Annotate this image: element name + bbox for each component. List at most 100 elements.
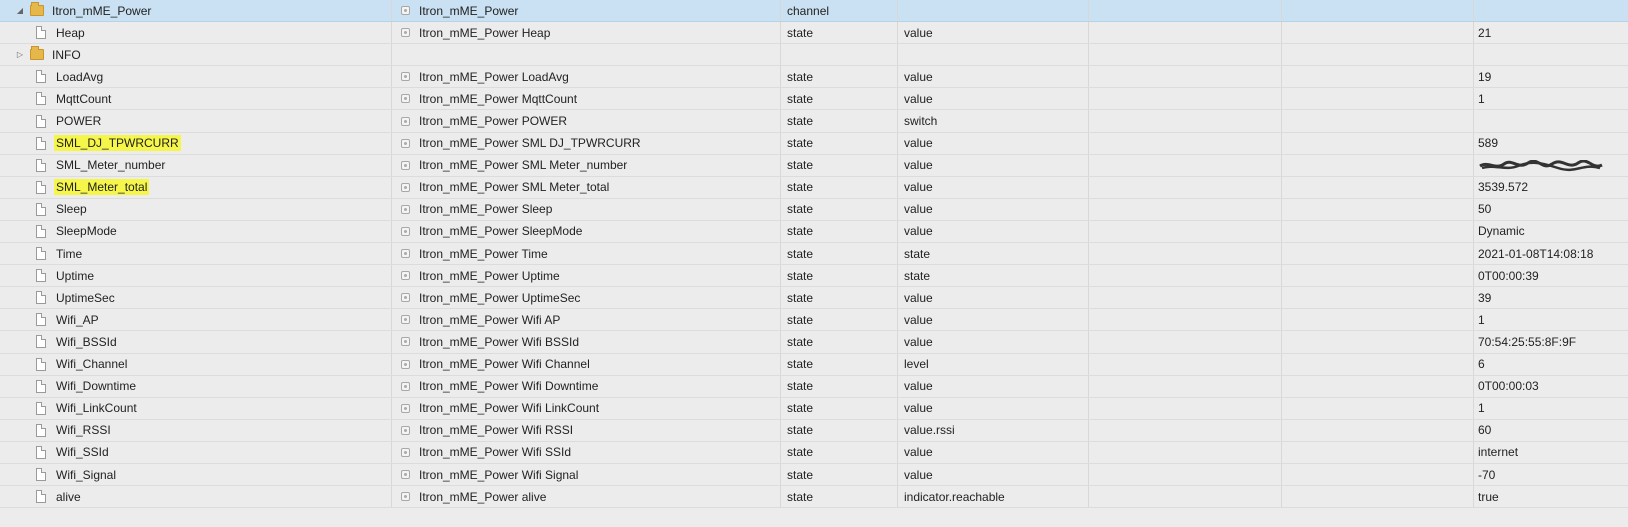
object-id-cell[interactable]: ◢ Itron_mME_Power bbox=[0, 0, 392, 22]
object-id-cell[interactable]: Wifi_BSSId bbox=[0, 331, 392, 353]
object-name-cell[interactable]: Itron_mME_Power LoadAvg bbox=[392, 66, 781, 88]
object-id-cell[interactable]: Uptime bbox=[0, 265, 392, 287]
object-name-cell[interactable]: Itron_mME_Power Wifi LinkCount bbox=[392, 397, 781, 419]
object-value-cell[interactable]: 589 bbox=[1474, 133, 1628, 154]
object-type-cell[interactable]: state bbox=[781, 486, 898, 508]
object-name-cell[interactable]: Itron_mME_Power SleepMode bbox=[392, 220, 781, 243]
object-role-cell[interactable]: value bbox=[898, 463, 1089, 486]
object-name-cell[interactable]: Itron_mME_Power Wifi AP bbox=[392, 309, 781, 331]
room-cell[interactable] bbox=[1089, 88, 1282, 110]
table-row[interactable]: Heap Itron_mME_Power Heap state value 21 bbox=[0, 22, 1628, 45]
function-cell[interactable] bbox=[1282, 220, 1474, 243]
object-name-cell[interactable]: Itron_mME_Power Wifi SSId bbox=[392, 441, 781, 463]
function-cell[interactable] bbox=[1282, 243, 1474, 265]
room-cell[interactable] bbox=[1089, 154, 1282, 176]
object-role-cell[interactable]: switch bbox=[898, 110, 1089, 132]
room-cell[interactable] bbox=[1089, 220, 1282, 243]
room-cell[interactable] bbox=[1089, 176, 1282, 198]
object-name-cell[interactable]: Itron_mME_Power Wifi BSSId bbox=[392, 331, 781, 353]
object-type-cell[interactable]: state bbox=[781, 331, 898, 353]
table-row[interactable]: alive Itron_mME_Power alive state indicator… bbox=[0, 486, 1628, 509]
function-cell[interactable] bbox=[1282, 463, 1474, 486]
room-cell[interactable] bbox=[1089, 198, 1282, 220]
object-id-cell[interactable]: Wifi_Signal bbox=[0, 463, 392, 486]
table-row[interactable]: Wifi_RSSI Itron_mME_Power Wifi RSSI state v… bbox=[0, 419, 1628, 442]
object-id-cell[interactable]: ▷ INFO bbox=[0, 44, 392, 66]
table-row[interactable]: Wifi_BSSId Itron_mME_Power Wifi BSSId stat… bbox=[0, 331, 1628, 354]
object-id-cell[interactable]: POWER bbox=[0, 110, 392, 132]
object-name-cell[interactable]: Itron_mME_Power Wifi Downtime bbox=[392, 375, 781, 397]
object-type-cell[interactable]: state bbox=[781, 154, 898, 176]
object-type-cell[interactable]: state bbox=[781, 441, 898, 463]
object-value-cell[interactable] bbox=[1474, 155, 1628, 176]
object-id-cell[interactable]: SML_DJ_TPWRCURR bbox=[0, 132, 392, 154]
object-type-cell[interactable]: state bbox=[781, 265, 898, 287]
object-id-cell[interactable]: Wifi_SSId bbox=[0, 441, 392, 463]
object-value-cell[interactable]: internet bbox=[1474, 442, 1628, 463]
object-name-cell[interactable]: Itron_mME_Power Wifi Signal bbox=[392, 463, 781, 486]
object-role-cell[interactable]: value bbox=[898, 88, 1089, 110]
object-type-cell[interactable]: state bbox=[781, 353, 898, 375]
object-type-cell[interactable]: state bbox=[781, 375, 898, 397]
function-cell[interactable] bbox=[1282, 287, 1474, 309]
table-row[interactable]: MqttCount Itron_mME_Power MqttCount state v… bbox=[0, 88, 1628, 111]
object-type-cell[interactable]: state bbox=[781, 287, 898, 309]
object-type-cell[interactable]: state bbox=[781, 176, 898, 198]
object-name-cell[interactable] bbox=[392, 44, 781, 66]
object-role-cell[interactable]: value bbox=[898, 154, 1089, 176]
object-name-cell[interactable]: Itron_mME_Power Uptime bbox=[392, 265, 781, 287]
function-cell[interactable] bbox=[1282, 44, 1474, 66]
table-row[interactable]: POWER Itron_mME_Power POWER state switch bbox=[0, 110, 1628, 133]
object-role-cell[interactable]: value bbox=[898, 331, 1089, 353]
table-row[interactable]: Time Itron_mME_Power Time state state 2021-0… bbox=[0, 243, 1628, 266]
room-cell[interactable] bbox=[1089, 419, 1282, 441]
object-id-cell[interactable]: LoadAvg bbox=[0, 66, 392, 88]
table-row[interactable]: Wifi_Downtime Itron_mME_Power Wifi Downti… bbox=[0, 375, 1628, 398]
object-value-cell[interactable]: true bbox=[1474, 486, 1628, 507]
object-role-cell[interactable]: value bbox=[898, 22, 1089, 44]
object-id-cell[interactable]: MqttCount bbox=[0, 88, 392, 110]
object-id-cell[interactable]: Wifi_Downtime bbox=[0, 375, 392, 397]
table-row[interactable]: Wifi_Channel Itron_mME_Power Wifi Channel… bbox=[0, 353, 1628, 376]
object-value-cell[interactable]: Dynamic bbox=[1474, 221, 1628, 242]
object-role-cell[interactable]: value bbox=[898, 309, 1089, 331]
object-type-cell[interactable]: state bbox=[781, 198, 898, 220]
object-value-cell[interactable]: 50 bbox=[1474, 199, 1628, 220]
room-cell[interactable] bbox=[1089, 486, 1282, 508]
object-id-cell[interactable]: alive bbox=[0, 486, 392, 508]
object-id-cell[interactable]: Wifi_AP bbox=[0, 309, 392, 331]
function-cell[interactable] bbox=[1282, 441, 1474, 463]
object-value-cell[interactable]: 1 bbox=[1474, 88, 1628, 109]
object-type-cell[interactable]: state bbox=[781, 88, 898, 110]
object-value-cell[interactable] bbox=[1474, 110, 1628, 131]
object-role-cell[interactable]: value bbox=[898, 441, 1089, 463]
object-role-cell[interactable]: state bbox=[898, 265, 1089, 287]
room-cell[interactable] bbox=[1089, 331, 1282, 353]
table-row[interactable]: LoadAvg Itron_mME_Power LoadAvg state value… bbox=[0, 66, 1628, 89]
room-cell[interactable] bbox=[1089, 441, 1282, 463]
object-type-cell[interactable]: state bbox=[781, 66, 898, 88]
object-role-cell[interactable]: value bbox=[898, 397, 1089, 419]
object-name-cell[interactable]: Itron_mME_Power SML Meter_total bbox=[392, 176, 781, 198]
table-row[interactable]: ◢ Itron_mME_Power Itron_mME_Power channel bbox=[0, 0, 1628, 23]
room-cell[interactable] bbox=[1089, 287, 1282, 309]
object-type-cell[interactable]: channel bbox=[781, 0, 898, 22]
object-type-cell[interactable]: state bbox=[781, 309, 898, 331]
function-cell[interactable] bbox=[1282, 66, 1474, 88]
function-cell[interactable] bbox=[1282, 331, 1474, 353]
function-cell[interactable] bbox=[1282, 22, 1474, 44]
object-role-cell[interactable]: value bbox=[898, 220, 1089, 243]
function-cell[interactable] bbox=[1282, 154, 1474, 176]
object-type-cell[interactable]: state bbox=[781, 463, 898, 486]
object-value-cell[interactable]: 19 bbox=[1474, 66, 1628, 87]
function-cell[interactable] bbox=[1282, 353, 1474, 375]
table-row[interactable]: Wifi_AP Itron_mME_Power Wifi AP state value… bbox=[0, 309, 1628, 332]
function-cell[interactable] bbox=[1282, 397, 1474, 419]
object-id-cell[interactable]: Wifi_LinkCount bbox=[0, 397, 392, 419]
object-name-cell[interactable]: Itron_mME_Power alive bbox=[392, 486, 781, 508]
object-id-cell[interactable]: UptimeSec bbox=[0, 287, 392, 309]
object-type-cell[interactable]: state bbox=[781, 220, 898, 243]
room-cell[interactable] bbox=[1089, 375, 1282, 397]
object-name-cell[interactable]: Itron_mME_Power bbox=[392, 0, 781, 22]
object-id-cell[interactable]: SML_Meter_number bbox=[0, 154, 392, 176]
